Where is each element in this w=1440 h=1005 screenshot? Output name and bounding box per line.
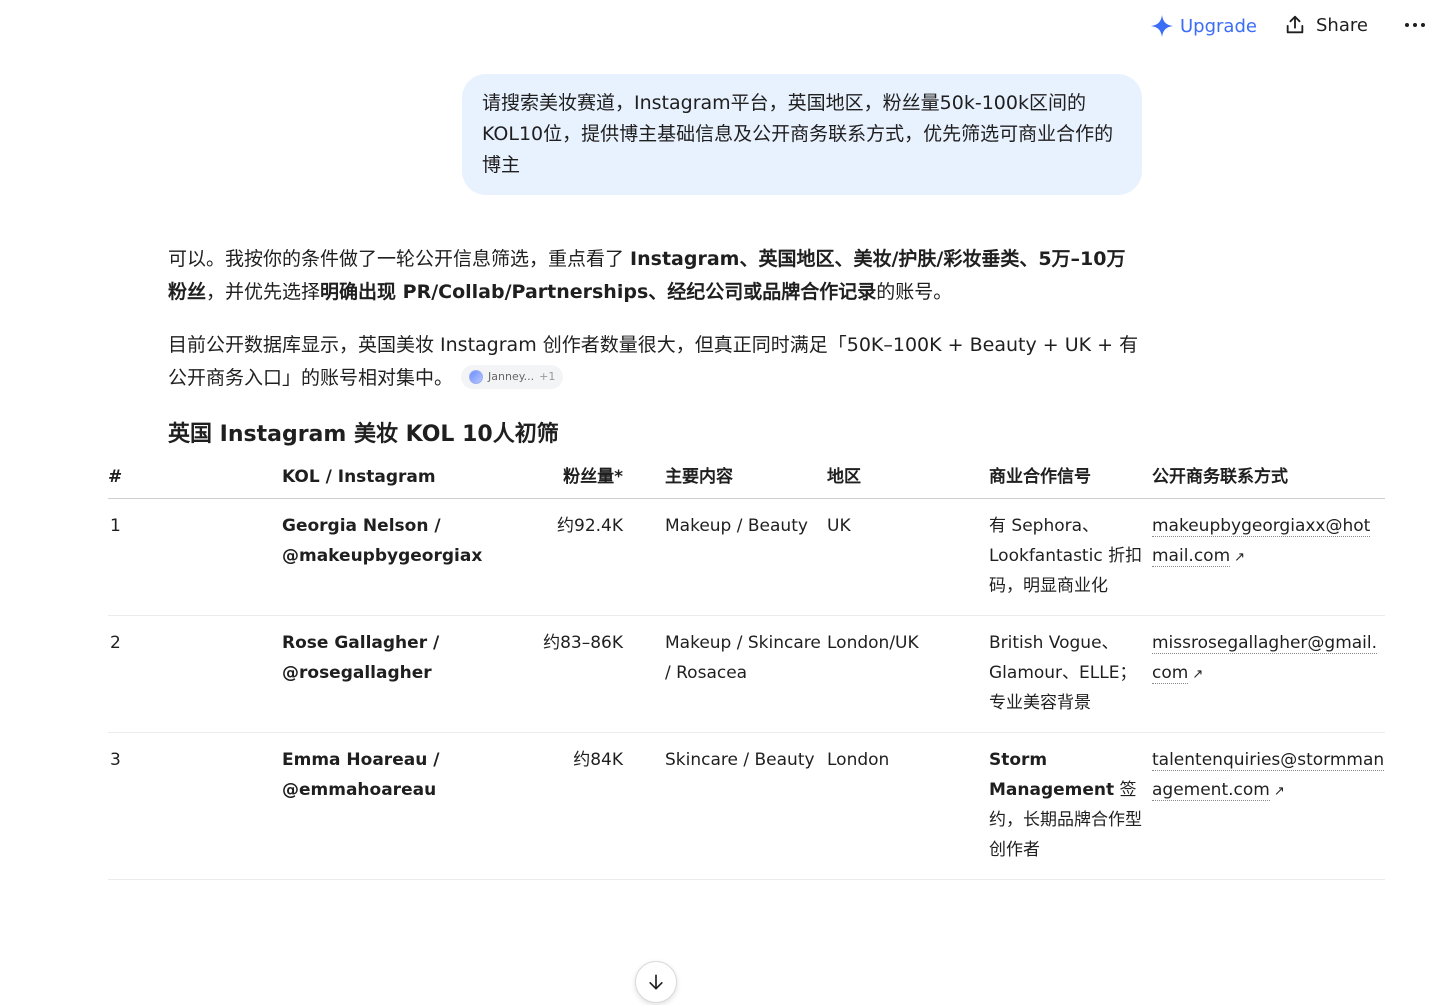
arrow-down-icon — [649, 974, 663, 990]
answer-bold-text: 明确出现 PR/Collab/Partnerships、经纪公司或品牌合作记录 — [320, 281, 877, 303]
upgrade-label: Upgrade — [1180, 15, 1257, 37]
assistant-answer: 可以。我按你的条件做了一轮公开信息筛选，重点看了 Instagram、英国地区、… — [168, 243, 1143, 415]
column-header-content: 主要内容 — [665, 458, 827, 499]
contact-cell: missrosegallagher@gmail.com ↗ — [1152, 615, 1385, 733]
table-header-row: # KOL / Instagram 粉丝量* 主要内容 地区 商业合作信号 公开… — [108, 458, 1385, 499]
signal-bold-text: Storm Management — [989, 750, 1115, 800]
column-header-signal: 商业合作信号 — [989, 458, 1152, 499]
contact-email-link[interactable]: makeupbygeorgiaxx@hotmail.com — [1152, 516, 1371, 567]
scroll-to-bottom-button[interactable] — [635, 961, 677, 1003]
kol-cell: Rose Gallagher / @rosegallagher — [282, 615, 522, 733]
row-index: 2 — [108, 615, 282, 733]
kol-name: Rose Gallagher / — [282, 633, 440, 653]
more-options-button[interactable] — [1400, 10, 1430, 40]
share-label: Share — [1316, 14, 1368, 36]
column-header-kol: KOL / Instagram — [282, 458, 522, 499]
citation-label: Janney... — [488, 370, 535, 383]
region-cell: London/UK — [827, 615, 989, 733]
row-index: 3 — [108, 732, 282, 880]
user-message-text: 请搜索美妆赛道，Instagram平台，英国地区，粉丝量50k-100k区间的K… — [482, 92, 1114, 176]
table-title: 英国 Instagram 美妆 KOL 10人初筛 — [168, 422, 559, 447]
signal-cell: 有 Sephora、Lookfantastic 折扣码，明显商业化 — [989, 498, 1152, 616]
answer-text: 的账号。 — [876, 281, 953, 303]
column-header-followers: 粉丝量* — [522, 458, 665, 499]
top-bar: Upgrade Share — [0, 0, 1440, 54]
content-cell: Skincare / Beauty — [665, 732, 827, 880]
kol-handle: @makeupbygeorgiax — [282, 546, 483, 566]
contact-cell: makeupbygeorgiaxx@hotmail.com ↗ — [1152, 498, 1385, 616]
answer-text: 目前公开数据库显示，英国美妆 Instagram 创作者数量很大，但真正同时满足… — [168, 334, 1139, 389]
followers-cell: 约83–86K — [522, 615, 665, 733]
kol-name: Emma Hoareau / — [282, 750, 440, 770]
source-avatar-icon — [469, 369, 484, 384]
signal-text: British Vogue、Glamour、ELLE；专业美容背景 — [989, 633, 1137, 713]
signal-cell: British Vogue、Glamour、ELLE；专业美容背景 — [989, 615, 1152, 733]
ellipsis-dot — [1413, 23, 1417, 27]
followers-cell: 约92.4K — [522, 498, 665, 616]
kol-name: Georgia Nelson / — [282, 516, 441, 536]
signal-text: 有 Sephora、Lookfantastic 折扣码，明显商业化 — [989, 516, 1143, 596]
column-header-index: # — [108, 458, 282, 499]
ellipsis-dot — [1421, 23, 1425, 27]
column-header-region: 地区 — [827, 458, 989, 499]
answer-paragraph-2: 目前公开数据库显示，英国美妆 Instagram 创作者数量很大，但真正同时满足… — [168, 329, 1143, 395]
answer-text: ，并优先选择 — [206, 281, 321, 303]
table-row: 2 Rose Gallagher / @rosegallagher 约83–86K… — [108, 615, 1385, 733]
external-link-icon: ↗ — [1192, 667, 1204, 682]
share-button[interactable]: Share — [1284, 14, 1368, 36]
table-row: 1 Georgia Nelson / @makeupbygeorgiax 约92.… — [108, 498, 1385, 616]
user-message-bubble: 请搜索美妆赛道，Instagram平台，英国地区，粉丝量50k-100k区间的K… — [462, 74, 1142, 195]
kol-table: # KOL / Instagram 粉丝量* 主要内容 地区 商业合作信号 公开… — [108, 458, 1385, 880]
share-icon — [1286, 15, 1304, 34]
citation-count: +1 — [539, 370, 556, 383]
column-header-contact: 公开商务联系方式 — [1152, 458, 1385, 499]
contact-email-link[interactable]: talentenquiries@stormmanagement.com — [1152, 750, 1385, 801]
external-link-icon: ↗ — [1273, 784, 1285, 799]
ellipsis-icon — [1405, 23, 1409, 27]
table-row: 3 Emma Hoareau / @emmahoareau 约84K Skinca… — [108, 732, 1385, 880]
answer-text: 可以。我按你的条件做了一轮公开信息筛选，重点看了 — [168, 248, 631, 270]
kol-handle: @rosegallagher — [282, 663, 432, 683]
external-link-icon: ↗ — [1234, 550, 1246, 565]
upgrade-button[interactable]: Upgrade — [1150, 14, 1257, 38]
sparkle-icon — [1151, 15, 1173, 37]
kol-cell: Emma Hoareau / @emmahoareau — [282, 732, 522, 880]
citation-chip[interactable]: Janney... +1 — [461, 364, 564, 389]
kol-handle: @emmahoareau — [282, 780, 437, 800]
content-cell: Makeup / Beauty — [665, 498, 827, 616]
signal-cell: Storm Management 签约，长期品牌合作型创作者 — [989, 732, 1152, 880]
content-cell: Makeup / Skincare / Rosacea — [665, 615, 827, 733]
region-cell: London — [827, 732, 989, 880]
contact-email-link[interactable]: missrosegallagher@gmail.com — [1152, 633, 1378, 684]
answer-paragraph-1: 可以。我按你的条件做了一轮公开信息筛选，重点看了 Instagram、英国地区、… — [168, 243, 1143, 309]
contact-cell: talentenquiries@stormmanagement.com ↗ — [1152, 732, 1385, 880]
followers-cell: 约84K — [522, 732, 665, 880]
region-cell: UK — [827, 498, 989, 616]
row-index: 1 — [108, 498, 282, 616]
kol-cell: Georgia Nelson / @makeupbygeorgiax — [282, 498, 522, 616]
bottom-fade — [0, 955, 1440, 1005]
